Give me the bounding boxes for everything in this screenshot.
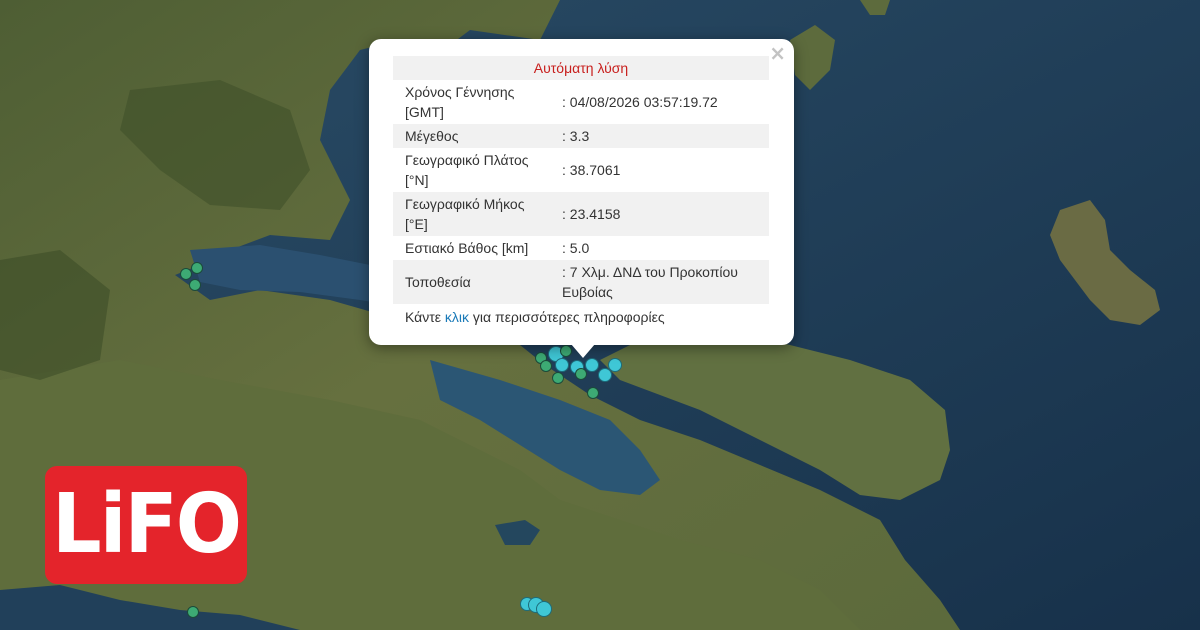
earthquake-marker[interactable] (608, 358, 622, 372)
map-view[interactable]: × Αυτόματη λύση Χρόνος Γέννησης [GMT] : … (0, 0, 1200, 630)
logo-text: LiFO (51, 477, 242, 572)
depth-value: : 5.0 (562, 240, 590, 256)
longitude-value: : 23.4158 (562, 192, 769, 236)
earthquake-marker[interactable] (587, 387, 599, 399)
close-icon[interactable]: × (769, 43, 786, 63)
earthquake-marker[interactable] (585, 358, 599, 372)
earthquake-info-popup: × Αυτόματη λύση Χρόνος Γέννησης [GMT] : … (369, 39, 794, 345)
earthquake-marker[interactable] (180, 268, 192, 280)
earthquake-marker[interactable] (552, 372, 564, 384)
table-row: Εστιακό Βάθος [km] : 5.0 (393, 236, 769, 260)
latitude-value: : 38.7061 (562, 162, 621, 178)
origin-time-label: Χρόνος Γέννησης [GMT] (405, 84, 515, 120)
earthquake-marker[interactable] (575, 368, 587, 380)
popup-title-row: Αυτόματη λύση (393, 56, 769, 80)
earthquake-marker[interactable] (187, 606, 199, 618)
earthquake-marker[interactable] (555, 358, 569, 372)
magnitude-value: : 3.3 (562, 124, 769, 148)
more-info-link[interactable]: κλικ (445, 309, 469, 325)
location-value: : 7 Χλμ. ΔΝΔ του Προκοπίου Ευβοίας (562, 260, 769, 304)
latitude-label: Γεωγραφικό Πλάτος [°N] (405, 152, 529, 188)
magnitude-label: Μέγεθος (393, 124, 562, 148)
table-row: Μέγεθος : 3.3 (393, 124, 769, 148)
table-row: Γεωγραφικό Μήκος [°E] : 23.4158 (393, 192, 769, 236)
depth-label: Εστιακό Βάθος [km] (405, 240, 529, 256)
earthquake-marker[interactable] (540, 360, 552, 372)
more-info-suffix: για περισσότερες πληροφορίες (469, 309, 665, 325)
location-label: Τοποθεσία (393, 260, 562, 304)
earthquake-marker[interactable] (536, 601, 552, 617)
more-info-text: Κάντε κλικ για περισσότερες πληροφορίες (393, 309, 770, 325)
more-info-prefix: Κάντε (405, 309, 445, 325)
popup-tip (571, 344, 595, 358)
lifo-logo: LiFO (45, 466, 247, 584)
table-row: Τοποθεσία : 7 Χλμ. ΔΝΔ του Προκοπίου Ευβ… (393, 260, 769, 304)
origin-time-value: : 04/08/2026 03:57:19.72 (562, 94, 718, 110)
table-row: Γεωγραφικό Πλάτος [°N] : 38.7061 (393, 148, 769, 192)
earthquake-marker[interactable] (189, 279, 201, 291)
table-row: Χρόνος Γέννησης [GMT] : 04/08/2026 03:57… (393, 80, 769, 124)
longitude-label: Γεωγραφικό Μήκος [°E] (393, 192, 562, 236)
popup-title: Αυτόματη λύση (393, 56, 769, 80)
earthquake-marker[interactable] (191, 262, 203, 274)
earthquake-details-table: Αυτόματη λύση Χρόνος Γέννησης [GMT] : 04… (393, 56, 769, 304)
